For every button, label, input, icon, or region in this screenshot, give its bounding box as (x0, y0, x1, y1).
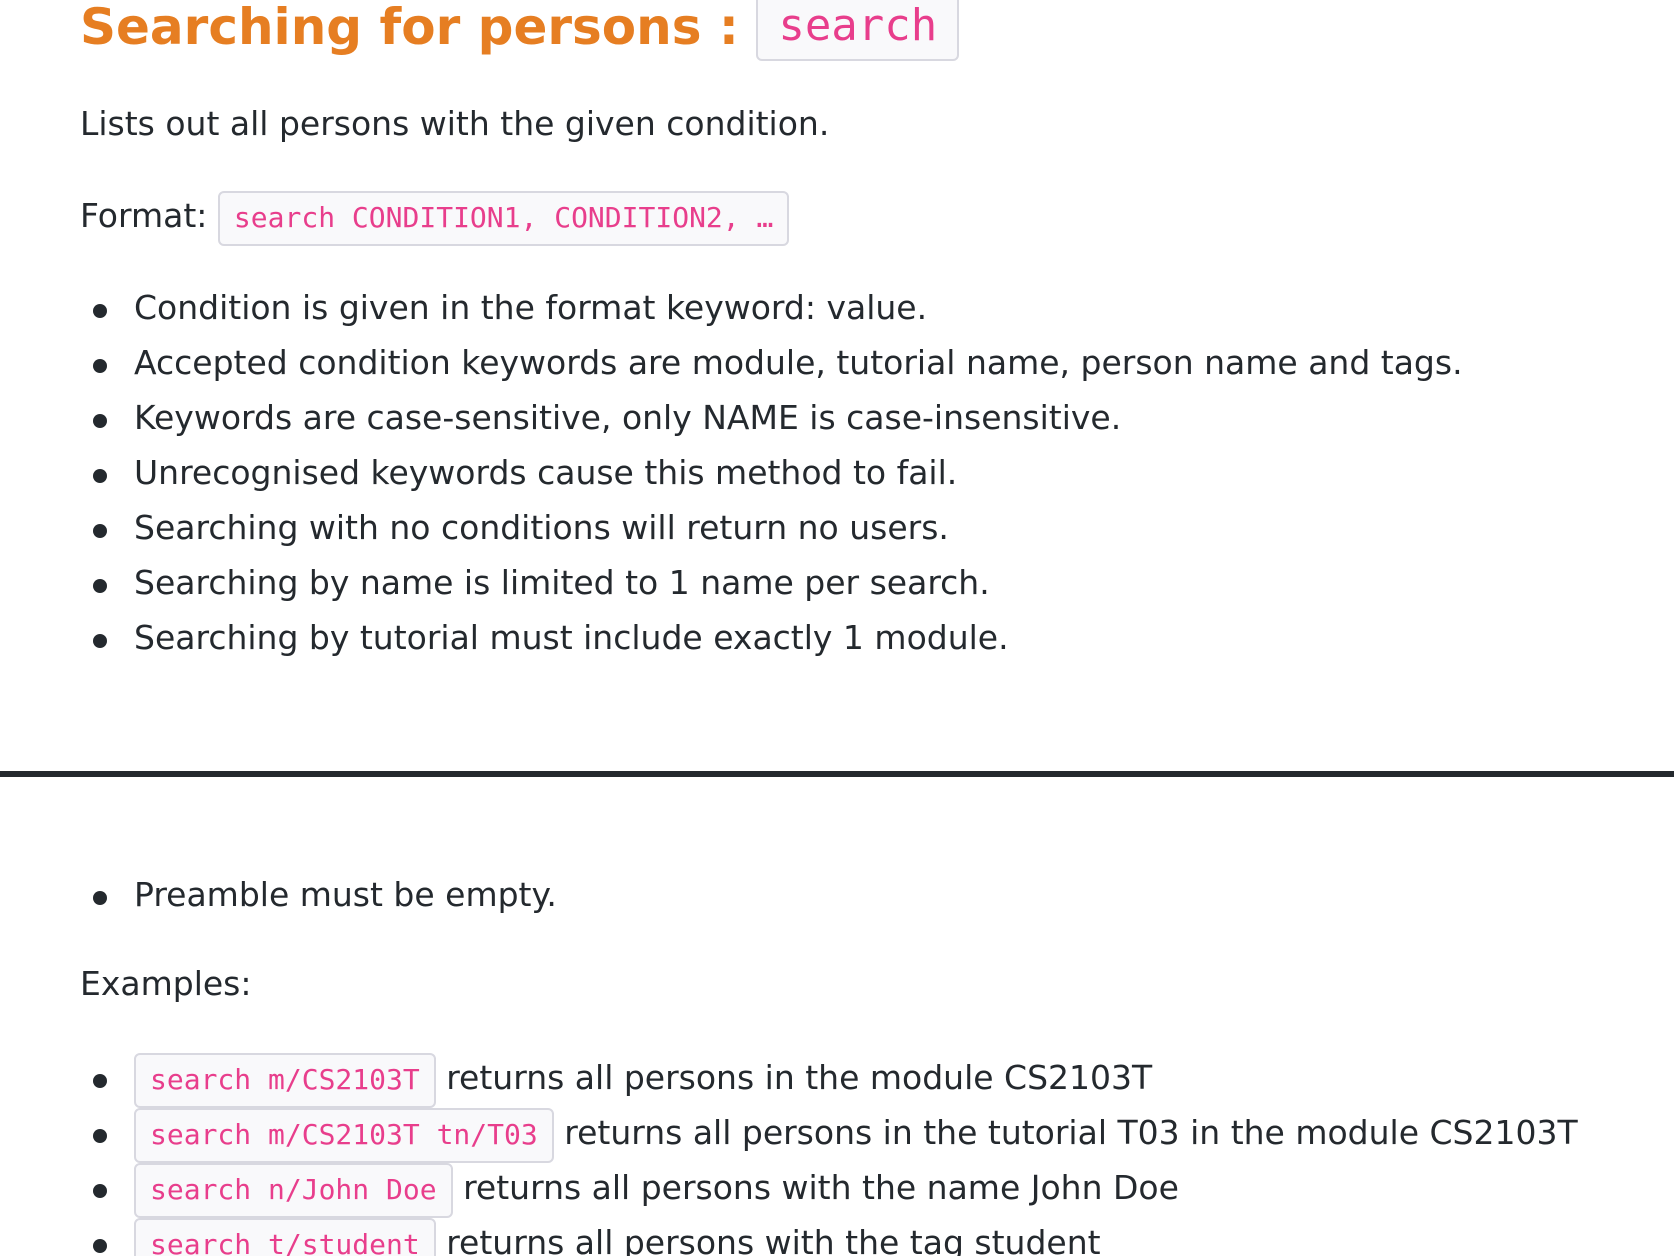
example-text: returns all persons with the tag student (446, 1223, 1101, 1256)
list-item: Keywords are case-sensitive, only NAME i… (80, 390, 1463, 445)
example-code: search m/CS2103T (134, 1053, 436, 1108)
example-code: search m/CS2103T tn/T03 (134, 1108, 554, 1163)
example-item: search t/student returns all persons wit… (80, 1215, 1578, 1256)
example-text: returns all persons with the name John D… (463, 1168, 1179, 1207)
list-item: Unrecognised keywords cause this method … (80, 445, 1463, 500)
examples-list: search m/CS2103T returns all persons in … (80, 1050, 1578, 1256)
example-text: returns all persons in the module CS2103… (446, 1058, 1153, 1097)
list-item: Searching by tutorial must include exact… (80, 610, 1463, 665)
title-separator: : (718, 0, 739, 56)
section-title: Searching for persons (80, 0, 702, 56)
description: Lists out all persons with the given con… (80, 104, 830, 143)
section-heading: Searching for persons : search (80, 0, 960, 65)
format-label: Format: (80, 196, 208, 235)
list-item: Preamble must be empty. (80, 867, 557, 922)
example-code: search t/student (134, 1218, 436, 1256)
list-item: Searching with no conditions will return… (80, 500, 1463, 555)
extra-rules-list: Preamble must be empty. (80, 867, 557, 922)
format-line: Format: search CONDITION1, CONDITION2, … (80, 191, 790, 246)
format-code: search CONDITION1, CONDITION2, … (217, 191, 790, 246)
list-item: Searching by name is limited to 1 name p… (80, 555, 1463, 610)
example-text: returns all persons in the tutorial T03 … (564, 1113, 1578, 1152)
list-item: Accepted condition keywords are module, … (80, 335, 1463, 390)
command-code: search (756, 0, 960, 61)
example-code: search n/John Doe (134, 1163, 453, 1218)
rules-list: Condition is given in the format keyword… (80, 280, 1463, 665)
examples-label: Examples: (80, 964, 252, 1003)
example-item: search m/CS2103T returns all persons in … (80, 1050, 1578, 1108)
list-item: Condition is given in the format keyword… (80, 280, 1463, 335)
example-item: search m/CS2103T tn/T03 returns all pers… (80, 1105, 1578, 1163)
example-item: search n/John Doe returns all persons wi… (80, 1160, 1578, 1218)
horizontal-rule (0, 771, 1674, 777)
